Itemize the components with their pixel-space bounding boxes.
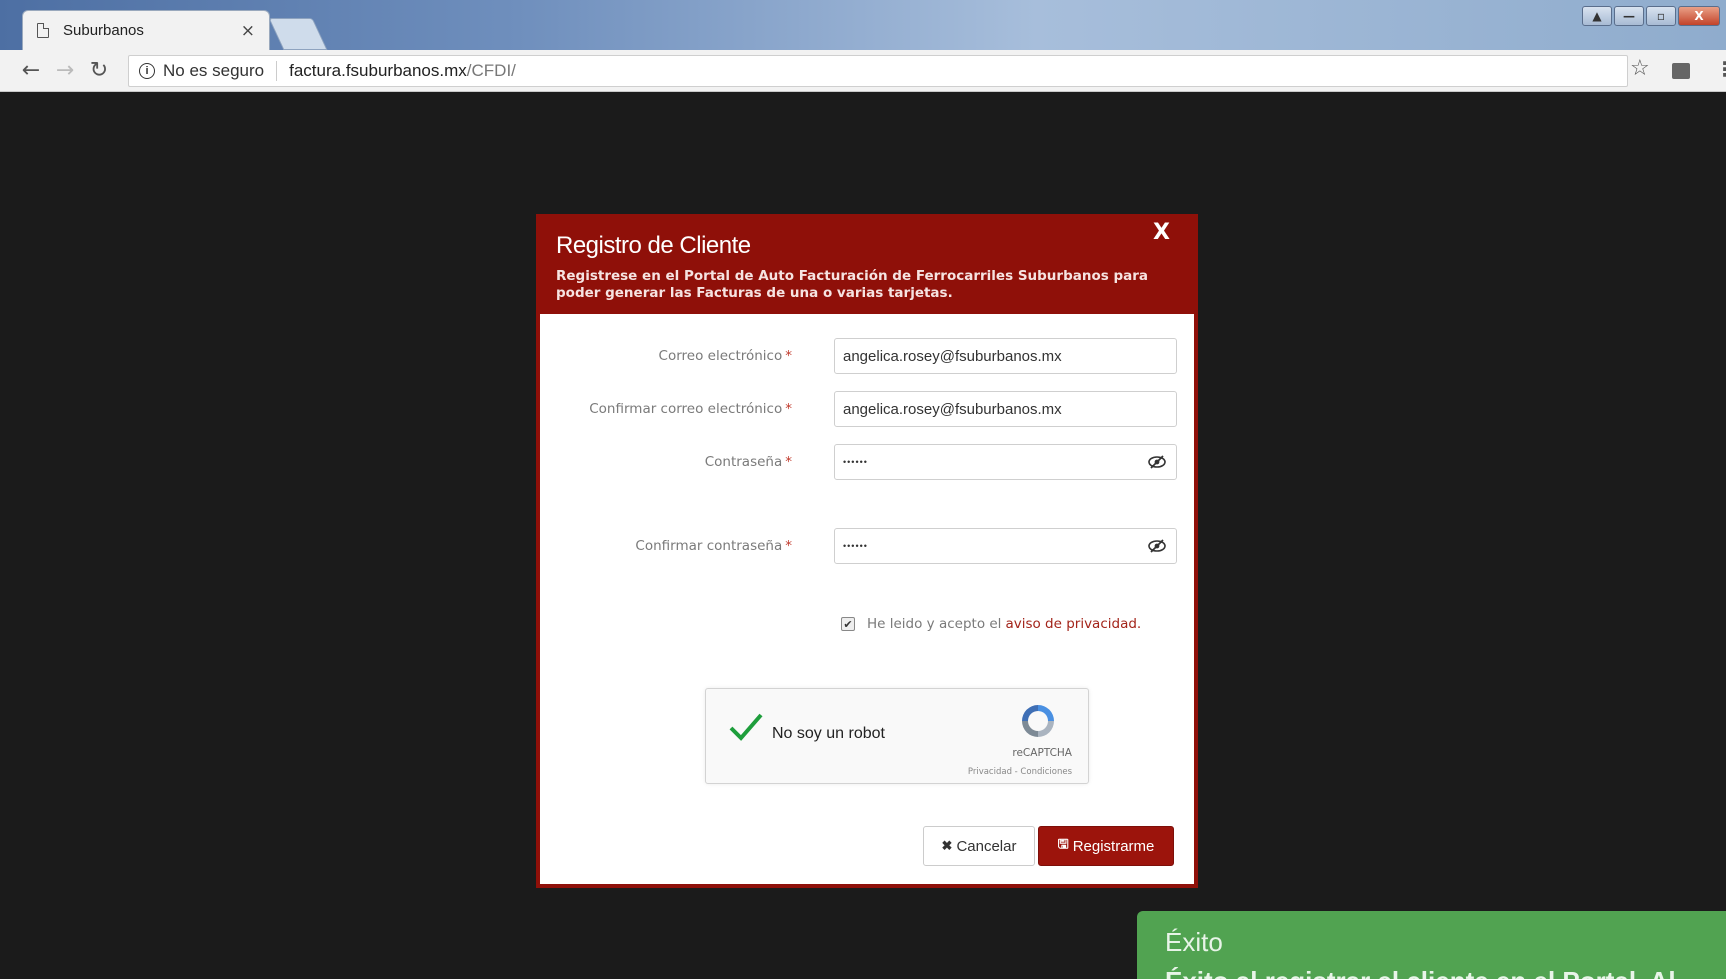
recaptcha-logo-icon — [1022, 705, 1054, 737]
recaptcha-widget[interactable]: No soy un robot reCAPTCHA Privacidad - C… — [705, 688, 1089, 784]
confirm-email-field[interactable]: angelica.rosey@fsuburbanos.mx — [834, 391, 1177, 427]
reload-icon[interactable]: ↻ — [82, 58, 116, 83]
window-controls: ▲ — ▫ X — [1582, 6, 1720, 26]
extension-icon[interactable] — [1672, 63, 1690, 79]
browser-titlebar: Suburbanos × ▲ — ▫ X — [0, 0, 1726, 50]
browser-menu-icon[interactable]: ⋮ — [1715, 57, 1726, 81]
modal-subtitle: Registrese en el Portal de Auto Facturac… — [556, 268, 1149, 301]
confirm-password-value: •••••• — [843, 541, 868, 551]
register-label: Registrarme — [1072, 837, 1155, 855]
required-mark: * — [785, 538, 792, 554]
toast-message: Éxito al registrar el cliente en el Port… — [1165, 966, 1726, 979]
window-close-button[interactable]: X — [1678, 6, 1720, 26]
minimize-button[interactable]: — — [1614, 6, 1644, 26]
url-path: /CFDI/ — [466, 61, 516, 80]
security-label: No es seguro — [163, 61, 265, 80]
browser-tab[interactable]: Suburbanos × — [22, 10, 270, 50]
recaptcha-terms[interactable]: Privacidad - Condiciones — [968, 767, 1072, 777]
browser-toolbar: ← → ↻ i No es seguro factura.fsuburbanos… — [0, 50, 1726, 92]
page-icon — [37, 23, 49, 38]
registration-modal: Registro de Cliente Registrese en el Por… — [536, 214, 1198, 888]
email-row: Correo electrónico * angelica.rosey@fsubu… — [540, 338, 1194, 378]
recaptcha-label: No soy un robot — [772, 725, 885, 742]
password-value: •••••• — [843, 457, 868, 467]
email-label: Correo electrónico * — [658, 348, 792, 364]
password-row: Contraseña * •••••• — [540, 444, 1194, 484]
confirm-password-label: Confirmar contraseña * — [635, 538, 792, 554]
save-icon: 🖫 — [1057, 836, 1069, 851]
confirm-password-row: Confirmar contraseña * •••••• — [540, 528, 1194, 568]
required-mark: * — [785, 454, 792, 470]
success-toast[interactable]: Éxito Éxito al registrar el cliente en e… — [1137, 911, 1726, 979]
address-separator — [276, 61, 278, 81]
cancel-label: Cancelar — [956, 837, 1017, 855]
privacy-row: ✔ He leido y acepto el aviso de privacid… — [841, 616, 1141, 632]
recaptcha-brand: reCAPTCHA — [1012, 747, 1072, 759]
hide-password-icon[interactable] — [1148, 539, 1166, 557]
privacy-text: He leido y acepto el — [867, 616, 1002, 632]
register-button[interactable]: 🖫 Registrarme — [1038, 826, 1174, 866]
cancel-button[interactable]: ✖ Cancelar — [923, 826, 1035, 866]
required-mark: * — [785, 348, 792, 364]
modal-body: Correo electrónico * angelica.rosey@fsubu… — [540, 314, 1194, 884]
required-mark: * — [785, 401, 792, 417]
toast-title: Éxito — [1165, 927, 1223, 957]
modal-close-button[interactable]: X — [1153, 220, 1170, 245]
info-icon[interactable]: i — [139, 63, 155, 79]
user-icon[interactable]: ▲ — [1582, 6, 1612, 26]
tab-title: Suburbanos — [63, 22, 144, 39]
tab-close-icon[interactable]: × — [241, 21, 255, 41]
confirm-email-row: Confirmar correo electrónico * angelica.r… — [540, 391, 1194, 431]
password-label: Contraseña * — [704, 454, 792, 470]
address-bar[interactable]: i No es seguro factura.fsuburbanos.mx /C… — [128, 55, 1628, 87]
privacy-link[interactable]: aviso de privacidad. — [1005, 616, 1141, 632]
privacy-checkbox[interactable]: ✔ — [841, 617, 855, 631]
confirm-password-field[interactable]: •••••• — [834, 528, 1177, 564]
maximize-button[interactable]: ▫ — [1646, 6, 1676, 26]
bookmark-star-icon[interactable]: ☆ — [1630, 56, 1650, 81]
url-host: factura.fsuburbanos.mx — [289, 61, 467, 80]
email-field[interactable]: angelica.rosey@fsuburbanos.mx — [834, 338, 1177, 374]
close-icon: ✖ — [941, 838, 953, 853]
checkmark-icon — [729, 713, 763, 741]
back-arrow-icon[interactable]: ← — [14, 58, 48, 83]
confirm-email-label: Confirmar correo electrónico * — [589, 401, 792, 417]
modal-title: Registro de Cliente — [556, 232, 751, 259]
forward-arrow-icon[interactable]: → — [48, 58, 82, 83]
modal-header: Registro de Cliente Registrese en el Por… — [540, 214, 1194, 314]
new-tab-button[interactable] — [268, 18, 328, 50]
hide-password-icon[interactable] — [1148, 455, 1166, 473]
password-field[interactable]: •••••• — [834, 444, 1177, 480]
